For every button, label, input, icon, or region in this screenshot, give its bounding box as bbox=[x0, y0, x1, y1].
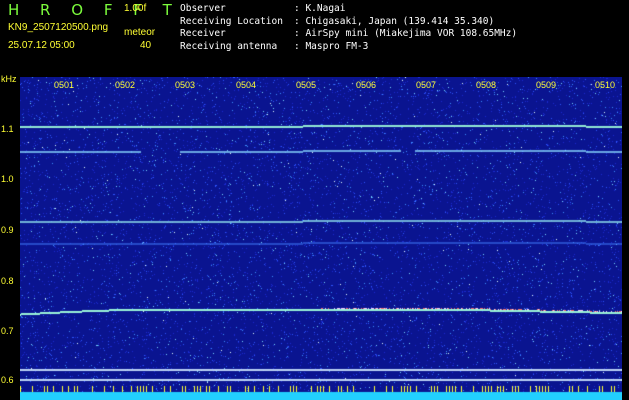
spectrogram-canvas bbox=[20, 77, 622, 400]
x-tick-label: 0501 bbox=[54, 80, 75, 90]
right-margin bbox=[622, 74, 629, 400]
x-tick-label: 0507 bbox=[416, 80, 437, 90]
x-tick-label: 0505 bbox=[296, 80, 317, 90]
app-logo: H R O F F T bbox=[8, 1, 180, 19]
x-tick-label: 0506 bbox=[356, 80, 377, 90]
version-label: 1.00f bbox=[124, 3, 147, 14]
info-row-observer: Observer: K.Nagai bbox=[180, 3, 346, 14]
x-tick-label: 0510 bbox=[595, 80, 616, 90]
info-row-antenna: Receiving antenna: Maspro FM-3 bbox=[180, 40, 369, 52]
x-tick-label: 0503 bbox=[175, 80, 196, 90]
spectrogram bbox=[20, 77, 622, 400]
x-tick-label: 0508 bbox=[476, 80, 497, 90]
x-tick-label: 0502 bbox=[115, 80, 136, 90]
datetime-label: 25.07.12 05:00 bbox=[8, 40, 75, 51]
y-tick-label: 0.9 bbox=[1, 225, 14, 235]
info-row-receiver: Receiver: AirSpy mini (Miakejima VOR 108… bbox=[180, 28, 518, 39]
meteor-label: meteor bbox=[124, 27, 156, 38]
x-tick-label: 0509 bbox=[536, 80, 557, 90]
y-tick-label: 0.6 bbox=[1, 375, 14, 385]
y-tick-label: 0.7 bbox=[1, 326, 14, 336]
header-panel: H R O F F T 1.00f KN9_2507120500.png met… bbox=[0, 0, 629, 74]
y-axis-unit: kHz bbox=[1, 74, 17, 84]
y-tick-label: 0.8 bbox=[1, 276, 14, 286]
x-tick-label: 0504 bbox=[236, 80, 257, 90]
y-tick-label: 1.0 bbox=[1, 174, 14, 184]
y-axis-panel bbox=[0, 74, 20, 400]
filename-label: KN9_2507120500.png bbox=[8, 22, 109, 33]
y-tick-label: 1.1 bbox=[1, 124, 14, 134]
station-info: Observer: K.Nagai Receiving Location: Ch… bbox=[180, 3, 517, 53]
info-row-location: Receiving Location: Chigasaki, Japan (13… bbox=[180, 15, 495, 27]
meteor-count: 40 bbox=[140, 40, 152, 51]
